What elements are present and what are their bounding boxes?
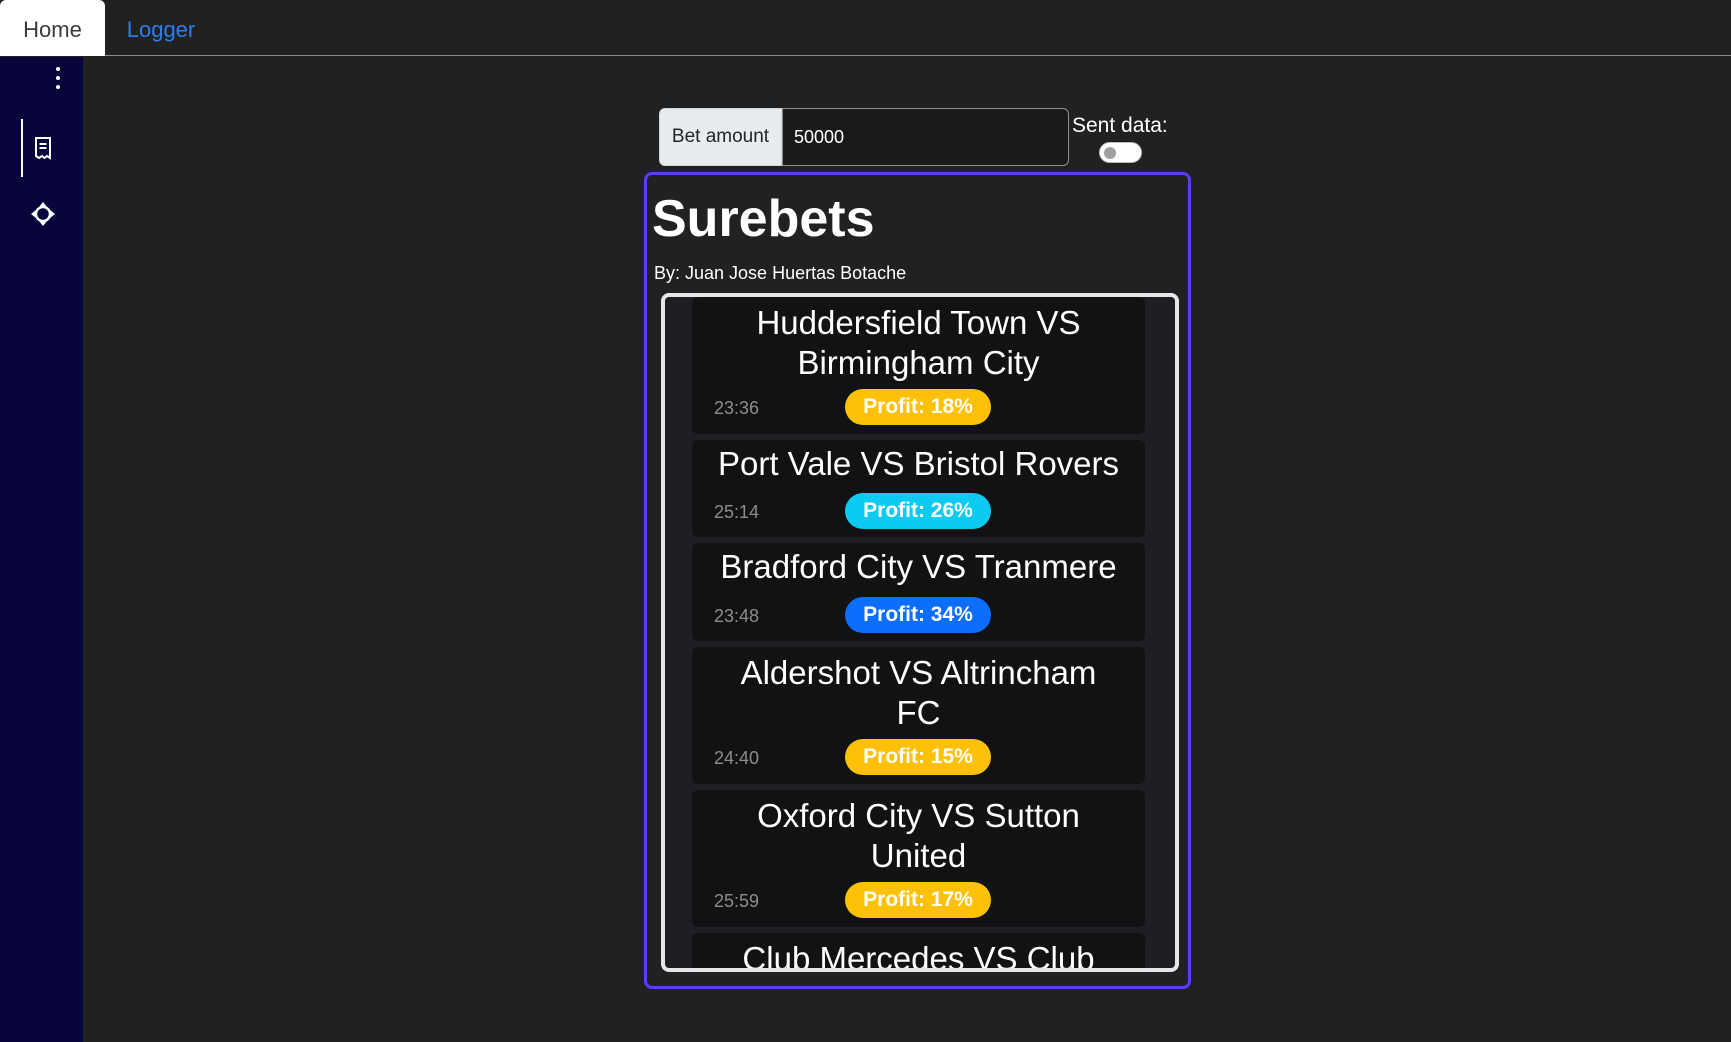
author-text: By: Juan Jose Huertas Botache bbox=[654, 263, 907, 283]
surebets-panel: Surebets By: Juan Jose Huertas Botache H… bbox=[644, 172, 1191, 989]
page-title: Surebets bbox=[652, 190, 875, 248]
sent-data-label: Sent data: bbox=[1072, 114, 1168, 137]
profit-badge: Profit: 15% bbox=[845, 739, 991, 775]
bet-amount-input[interactable] bbox=[782, 108, 1069, 166]
match-title-line1: Club Mercedes VS Club bbox=[742, 940, 1095, 972]
match-time: 23:48 bbox=[714, 606, 760, 626]
match-card[interactable]: Aldershot VS Altrincham FC 24:40 Profit:… bbox=[692, 647, 1145, 784]
match-time: 25:59 bbox=[714, 891, 760, 911]
match-card[interactable]: Port Vale VS Bristol Rovers 25:14 Profit… bbox=[692, 440, 1145, 537]
toggle-knob bbox=[1104, 147, 1116, 159]
match-title-line2: FC bbox=[896, 694, 941, 731]
sent-data-toggle[interactable] bbox=[1099, 142, 1142, 163]
tab-logger[interactable]: Logger bbox=[105, 0, 217, 56]
top-tab-bar: Home Logger bbox=[0, 0, 1731, 56]
sidebar-active-indicator bbox=[21, 119, 23, 177]
profit-badge: Profit: 18% bbox=[845, 389, 991, 425]
match-card[interactable]: Club Mercedes VS Club bbox=[692, 933, 1145, 972]
bet-amount-label: Bet amount bbox=[659, 108, 782, 166]
more-vertical-icon[interactable] bbox=[52, 67, 64, 97]
match-title-line1: Oxford City VS Sutton bbox=[757, 797, 1080, 834]
match-title-line1: Aldershot VS Altrincham bbox=[740, 654, 1097, 691]
profit-badge: Profit: 34% bbox=[845, 597, 991, 633]
match-card[interactable]: Huddersfield Town VS Birmingham City 23:… bbox=[692, 297, 1145, 434]
profit-badge: Profit: 17% bbox=[845, 882, 991, 918]
match-title-line1: Bradford City VS Tranmere bbox=[720, 548, 1117, 585]
receipt-icon[interactable] bbox=[30, 135, 56, 161]
match-title-line2: Birmingham City bbox=[797, 344, 1040, 381]
match-title-line1: Port Vale VS Bristol Rovers bbox=[717, 445, 1120, 482]
match-time: 23:36 bbox=[714, 398, 760, 418]
match-time: 25:14 bbox=[714, 502, 760, 522]
match-title-line1: Huddersfield Town VS bbox=[756, 304, 1081, 341]
match-title-line2: United bbox=[870, 837, 967, 874]
profit-badge: Profit: 26% bbox=[845, 493, 991, 529]
match-card[interactable]: Bradford City VS Tranmere 23:48 Profit: … bbox=[692, 543, 1145, 641]
bet-amount-group: Bet amount bbox=[659, 108, 1069, 166]
move-arrows-icon[interactable] bbox=[30, 201, 56, 227]
tab-home[interactable]: Home bbox=[0, 0, 105, 56]
match-time: 24:40 bbox=[714, 748, 760, 768]
match-card[interactable]: Oxford City VS Sutton United 25:59 Profi… bbox=[692, 790, 1145, 927]
sidebar bbox=[0, 57, 83, 1042]
matches-list[interactable]: Huddersfield Town VS Birmingham City 23:… bbox=[661, 293, 1179, 972]
